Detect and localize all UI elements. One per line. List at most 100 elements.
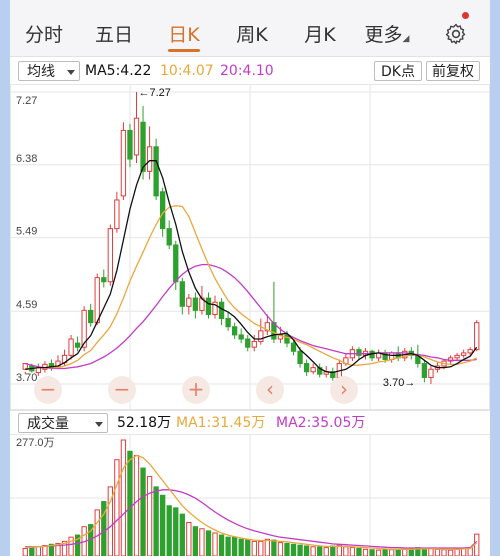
candle [428,368,434,378]
volume-bar [402,548,408,556]
volume-bar [218,534,225,556]
stock-chart-app: 分时 五日 日K 周K 月K 更多◢ 均线 MA5:4.22 10:4.07 2… [10,0,490,556]
tab-monthly-k[interactable]: 月K [298,0,342,56]
candle [251,340,257,348]
volume-bar [369,549,375,556]
candle [290,342,297,352]
volume-bar [238,538,244,556]
price-axis: 7.27 6.38 5.49 4.59 3.70 [16,95,37,384]
low-price-annotation: 3.70→ [383,377,415,389]
moving-average-layer [25,160,478,374]
pan-right-button[interactable]: › [330,376,358,404]
volume-bar [264,538,271,556]
high-price-annotation: ←7.27 [139,87,171,99]
zoom-out-button-2[interactable]: − [108,376,136,404]
volume-bar [212,532,218,556]
candlestick-chart[interactable]: 7.27 6.38 5.49 4.59 3.70 ←7.27 3.70→ [10,84,490,410]
more-caret-icon: ◢ [402,34,410,44]
volume-bar [179,513,185,556]
candle [140,121,146,172]
volume-bar [245,539,251,556]
candle [238,334,244,340]
candle [153,146,159,197]
volume-chart[interactable]: 277.0万 [10,434,490,556]
candle [101,277,107,283]
volume-bar [454,548,460,556]
candle [421,363,428,378]
period-tab-bar: 分时 五日 日K 周K 月K 更多◢ [10,0,490,57]
candle [114,199,120,230]
candle [218,301,225,320]
volume-bar [29,547,35,556]
candle [284,334,290,344]
candle [297,350,303,365]
active-tab-underline [168,49,200,52]
volume-bar [382,548,388,556]
volume-bar [434,548,441,556]
volume-bar [251,540,257,556]
candle [454,354,460,359]
volume-bar [297,544,303,556]
volume-axis-max: 277.0万 [16,437,55,449]
volume-bar [127,450,133,556]
volume-bar [68,536,74,556]
candle [88,309,94,324]
indicator-selector-label: 均线 [27,64,55,80]
volume-selector-label: 成交量 [27,416,69,432]
candle [120,129,127,197]
dk-point-button[interactable]: DK点 [374,61,422,81]
candle [133,117,140,156]
pan-left-button[interactable]: ‹ [256,376,284,404]
volume-bar [428,548,434,556]
tab-weekly-k[interactable]: 周K [230,0,274,56]
price-axis-label: 3.70 [16,372,37,384]
volume-bar [166,505,172,556]
ma10-value: 10:4.07 [160,63,214,79]
volume-bar [35,546,42,556]
volume-bar [323,547,329,556]
tab-intraday[interactable]: 分时 [22,0,66,56]
candle [68,338,74,356]
gear-icon[interactable] [444,22,468,46]
ma20-value: 20:4.10 [220,63,274,79]
adjust-mode-button[interactable]: 前复权 [426,61,480,81]
volume-bar [160,494,166,556]
candle [356,349,362,356]
volume-bar [114,459,120,556]
volume-bar [310,546,316,556]
volume-bar [290,543,297,556]
candle [474,322,480,351]
volume-bar [356,547,362,556]
candle [173,244,179,283]
dropdown-arrow-icon [95,422,103,427]
candle [107,228,113,283]
price-axis-label: 7.27 [16,95,37,107]
tab-daily-k[interactable]: 日K [162,0,206,56]
candle [192,297,199,311]
price-axis-label: 4.59 [16,299,37,311]
volume-bar [22,547,28,556]
volume-bar [94,509,100,556]
ma5-value: MA5:4.22 [85,63,152,79]
tab-more[interactable]: 更多◢ [362,0,412,56]
volume-bar [140,467,146,556]
zoom-in-button[interactable]: + [182,376,210,404]
indicator-selector[interactable]: 均线 [18,61,80,81]
volume-bar [389,549,395,556]
candle [460,352,467,356]
volume-selector[interactable]: 成交量 [18,413,108,433]
tab-five-day[interactable]: 五日 [92,0,136,56]
candle [205,297,212,315]
volume-ma2-value: MA2:35.05万 [276,415,366,431]
zoom-out-button[interactable]: − [34,376,62,404]
volume-bar [330,545,336,556]
volume-ma1-value: MA1:31.45万 [176,415,266,431]
volume-bar [317,546,323,556]
candle [146,146,153,172]
volume-bar [231,536,238,556]
volume-bar [349,547,356,556]
candle [225,318,231,328]
notification-dot [462,12,469,19]
ma5-line [25,160,478,374]
volume-bar [271,539,277,556]
